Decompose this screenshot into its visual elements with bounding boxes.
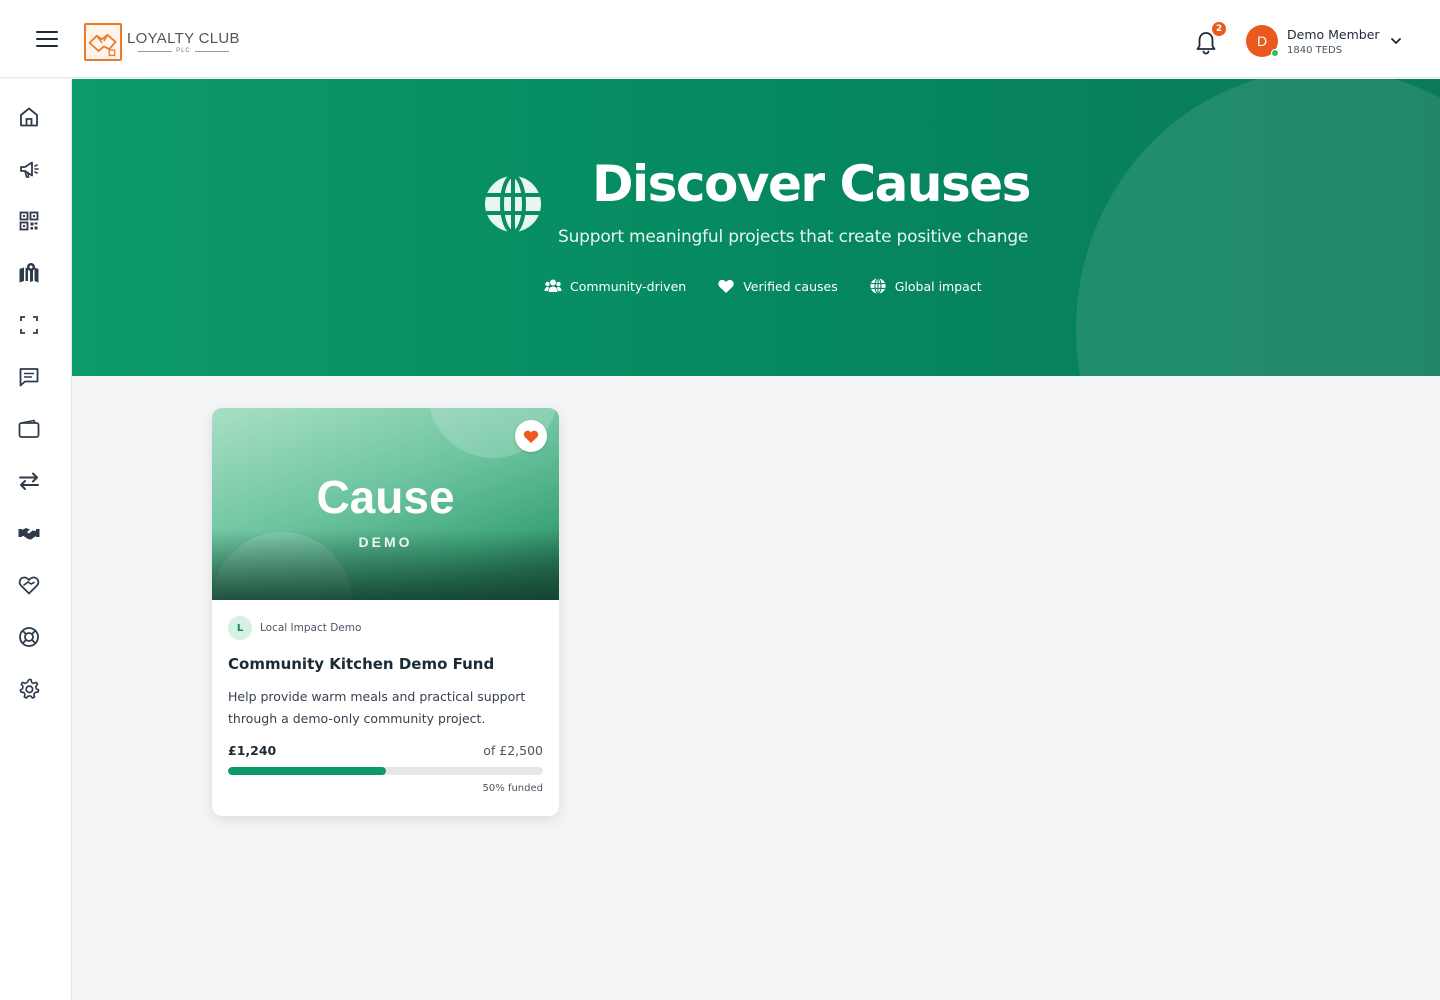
tag-global-impact: Global impact <box>869 278 982 294</box>
organization-avatar: L <box>228 616 252 640</box>
cause-title: Community Kitchen Demo Fund <box>228 655 495 673</box>
funding-progress-fill <box>228 767 386 775</box>
sidebar-item-messages[interactable] <box>16 364 42 390</box>
funded-percentage: 50% funded <box>482 783 543 794</box>
transfer-icon <box>19 472 39 490</box>
sidebar-item-partners[interactable] <box>16 520 42 546</box>
map-icon <box>19 263 39 283</box>
brand-subtitle: PLC <box>134 48 233 54</box>
user-points: 1840 TEDS <box>1287 44 1343 56</box>
sidebar-item-support[interactable] <box>16 624 42 650</box>
megaphone-icon <box>20 161 39 178</box>
tag-verified-causes: Verified causes <box>717 278 838 294</box>
sidebar-item-causes[interactable] <box>16 572 42 598</box>
online-status-dot <box>1271 49 1279 57</box>
sidebar-item-map[interactable] <box>16 260 42 286</box>
tag-label: Global impact <box>894 278 982 294</box>
sidebar-item-home[interactable] <box>16 104 42 130</box>
user-name: Demo Member <box>1287 26 1380 42</box>
brand-title: LOYALTY CLUB <box>127 30 240 47</box>
menu-toggle-button[interactable] <box>36 31 58 49</box>
heart-icon <box>718 279 734 293</box>
organization-name: Local Impact Demo <box>260 622 362 634</box>
top-bar: LOYALTY CLUB PLC 2 D Demo Member 1840 TE… <box>0 0 1440 78</box>
handshake-logo-icon <box>84 23 122 61</box>
page-subtitle: Support meaningful projects that create … <box>558 227 1029 247</box>
heart-handshake-icon <box>18 576 40 595</box>
sidebar-item-scan[interactable] <box>16 312 42 338</box>
cause-image: Cause DEMO <box>212 408 559 600</box>
tag-community-driven: Community-driven <box>544 278 686 294</box>
notification-count-badge: 2 <box>1211 21 1227 37</box>
globe-icon <box>870 278 886 294</box>
funding-progress-bar <box>228 767 543 775</box>
cause-description: Help provide warm meals and practical su… <box>228 689 526 726</box>
avatar-initial: D <box>1256 33 1268 49</box>
favorite-button[interactable] <box>515 420 547 452</box>
message-icon <box>19 368 39 387</box>
sidebar-item-wallet[interactable] <box>16 416 42 442</box>
users-icon <box>544 279 562 292</box>
cause-card[interactable]: Cause DEMO L Local Impact Demo Community… <box>212 408 559 816</box>
sidebar <box>0 79 72 1000</box>
avatar: D <box>1246 25 1279 57</box>
hero-decoration <box>1076 79 1440 376</box>
heart-icon <box>523 430 539 443</box>
handshake-icon <box>18 528 40 540</box>
amount-raised: £1,240 <box>228 743 277 758</box>
tag-label: Verified causes <box>743 278 838 294</box>
brand-logo[interactable]: LOYALTY CLUB PLC <box>84 23 240 61</box>
home-icon <box>20 107 38 127</box>
hero-tags: Community-driven Verified causes Global … <box>544 278 1013 294</box>
funding-goal: of £2,500 <box>483 743 543 758</box>
cause-organization: L Local Impact Demo <box>228 616 543 640</box>
lifebuoy-icon <box>19 627 39 647</box>
settings-icon <box>19 678 40 699</box>
user-menu[interactable]: D Demo Member 1840 TEDS <box>1246 25 1402 57</box>
page-title: Discover Causes <box>592 155 1031 213</box>
funding-summary: £1,240 of £2,500 <box>228 743 543 758</box>
globe-icon <box>485 174 541 234</box>
sidebar-item-transfers[interactable] <box>16 468 42 494</box>
sidebar-item-qr-codes[interactable] <box>16 208 42 234</box>
cause-image-subtitle: DEMO <box>358 534 413 550</box>
sidebar-item-campaigns[interactable] <box>16 156 42 182</box>
sidebar-item-settings[interactable] <box>16 676 42 702</box>
wallet-icon <box>18 419 40 438</box>
scan-icon <box>20 316 38 334</box>
tag-label: Community-driven <box>570 278 687 294</box>
cause-image-title: Cause <box>316 471 455 523</box>
qr-code-icon <box>19 211 39 231</box>
chevron-down-icon <box>1390 38 1401 44</box>
hero-banner: Discover Causes Support meaningful proje… <box>72 79 1440 376</box>
